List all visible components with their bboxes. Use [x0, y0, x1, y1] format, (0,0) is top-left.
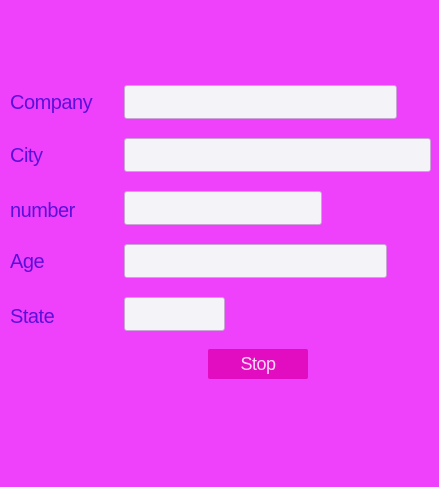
state-label: State [10, 306, 55, 328]
company-input[interactable] [124, 85, 397, 119]
number-label: number [10, 200, 75, 222]
city-input[interactable] [124, 138, 431, 172]
city-label: City [10, 145, 43, 167]
age-label: Age [10, 251, 45, 273]
age-input[interactable] [124, 244, 387, 278]
state-input[interactable] [124, 297, 225, 331]
stop-button[interactable]: Stop [208, 349, 308, 379]
number-input[interactable] [124, 191, 322, 225]
company-label: Company [10, 92, 93, 114]
